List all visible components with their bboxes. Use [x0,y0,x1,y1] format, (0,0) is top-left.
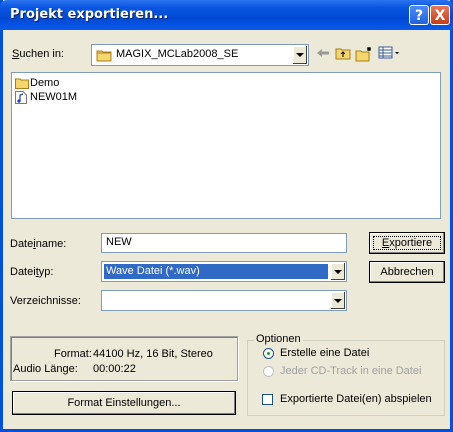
lookin-value: MAGIX_MCLab2008_SE [116,48,239,60]
title-bar[interactable]: Projekt exportieren... ? X [0,0,453,30]
chevron-down-icon[interactable] [330,263,345,280]
folder-icon [15,77,29,92]
audio-file-icon [15,91,27,107]
folder-icon [96,48,112,65]
options-title: Optionen [254,333,303,345]
play-exported-checkbox[interactable] [262,394,273,405]
help-button[interactable]: ? [409,5,429,25]
close-button[interactable]: X [430,5,450,25]
list-item-label: Demo [30,77,60,89]
file-list[interactable]: Demo NEW01M [11,72,441,219]
filename-field[interactable]: NEW [101,233,347,253]
up-folder-icon[interactable] [334,46,352,64]
play-exported-label[interactable]: Exportierte Datei(en) abspielen [280,393,432,405]
back-icon[interactable] [314,46,332,64]
create-one-file-radio[interactable] [263,348,274,359]
filetype-label: Dateityp: [10,266,54,278]
format-info-panel: Format: 44100 Hz, 16 Bit, Stereo Audio L… [10,336,238,381]
chevron-down-icon[interactable] [292,46,307,64]
each-track-label[interactable]: Jeder CD-Track in eine Datei [280,365,421,377]
close-icon: X [434,8,446,24]
view-menu-icon[interactable] [377,46,403,64]
export-dialog: Projekt exportieren... ? X Suchen in: MA… [0,0,453,432]
chevron-down-icon[interactable] [330,292,345,309]
directories-dropdown[interactable] [101,290,347,311]
export-button[interactable]: Exportiere [369,232,445,254]
audio-length-value: 00:00:22 [93,363,136,375]
list-item-label: NEW01M [30,91,78,103]
filetype-value: Wave Datei (*.wav) [104,264,328,279]
audio-length-label: Audio Länge: [13,363,78,375]
help-icon: ? [414,8,424,24]
create-one-file-label[interactable]: Erstelle eine Datei [280,347,369,359]
filetype-dropdown[interactable]: Wave Datei (*.wav) [101,261,347,282]
lookin-label: Suchen in: [12,48,64,60]
filename-label: Dateiname: [10,238,67,250]
format-label: Format: [54,348,92,360]
new-folder-icon[interactable] [355,46,373,64]
format-settings-button[interactable]: Format Einstellungen... [12,391,236,415]
cancel-button[interactable]: Abbrechen [369,261,445,283]
directories-label: Verzeichnisse: [10,295,81,307]
dialog-title: Projekt exportieren... [10,7,169,22]
format-value: 44100 Hz, 16 Bit, Stereo [93,348,213,360]
each-track-radio[interactable] [263,366,274,377]
lookin-dropdown[interactable]: MAGIX_MCLab2008_SE [91,44,309,66]
